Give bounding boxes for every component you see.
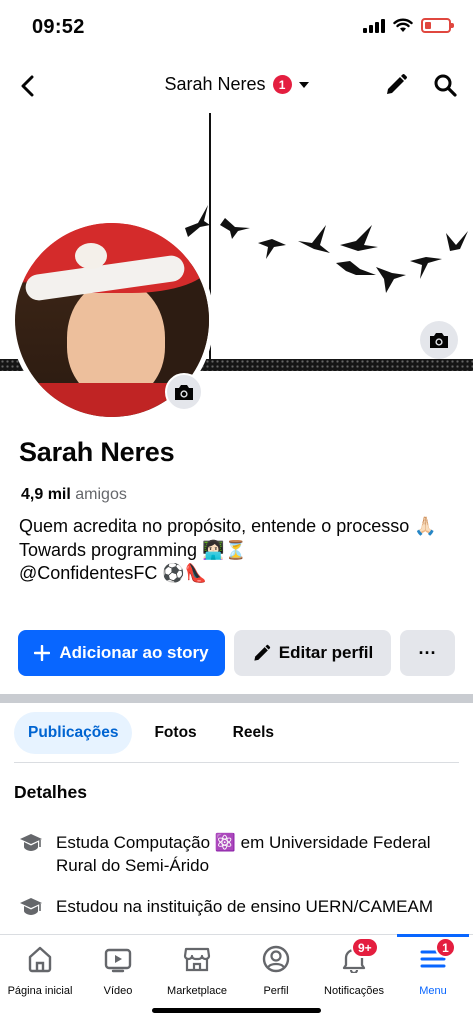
profile-bio: Quem acredita no propósito, entende o pr…	[19, 516, 437, 583]
menu-badge: 1	[435, 937, 456, 958]
home-indicator	[152, 1008, 321, 1013]
tabs-divider	[14, 762, 459, 763]
nav-home[interactable]: Página inicial	[0, 943, 80, 1003]
search-icon	[434, 74, 457, 97]
status-bar: 09:52	[0, 0, 473, 56]
edit-button[interactable]	[381, 70, 411, 100]
header-title: Sarah Neres	[164, 74, 266, 94]
notifications-badge: 9+	[351, 937, 379, 958]
tab-fotos[interactable]: Fotos	[140, 712, 210, 754]
friends-count[interactable]: 4,9 mil amigos	[21, 486, 127, 504]
wifi-icon	[393, 18, 413, 32]
detail-text: Estuda Computação ⚛️ em Universidade Fed…	[56, 833, 431, 875]
graduation-cap-icon	[18, 831, 44, 855]
more-options-button[interactable]: ···	[400, 630, 455, 676]
friends-label: amigos	[75, 486, 127, 503]
profile-actions: Adicionar ao story Editar perfil ···	[18, 630, 456, 676]
cover-camera-button[interactable]	[420, 321, 458, 359]
profile-name: Sarah Neres	[19, 437, 175, 467]
profile-page: 09:52 Sarah Neres 1 Sarah Neres 4,9 mil …	[0, 0, 473, 1024]
edit-profile-label: Editar perfil	[278, 643, 374, 662]
search-button[interactable]	[430, 70, 460, 100]
birds-illustration	[185, 205, 468, 293]
edit-profile-button[interactable]: Editar perfil	[234, 630, 391, 676]
status-icons	[363, 18, 454, 33]
camera-icon	[175, 384, 193, 400]
details-title: Detalhes	[14, 782, 87, 802]
pencil-icon	[387, 74, 407, 94]
plus-icon	[34, 645, 51, 661]
battery-icon	[421, 18, 454, 33]
detail-item-education-current[interactable]: Estuda Computação ⚛️ em Universidade Fed…	[18, 831, 458, 877]
status-time: 09:52	[32, 16, 85, 38]
tab-reels[interactable]: Reels	[219, 712, 288, 754]
detail-item-education-past[interactable]: Estudou na instituição de ensino UERN/CA…	[18, 895, 458, 919]
tab-publicacoes[interactable]: Publicações	[14, 712, 133, 754]
avatar-camera-button[interactable]	[165, 373, 203, 411]
add-to-story-button[interactable]: Adicionar ao story	[18, 630, 225, 676]
caret-down-icon	[298, 81, 309, 88]
more-options-icon: ···	[418, 642, 437, 663]
nav-notifications[interactable]: 9+ Notificações	[314, 937, 394, 1003]
camera-icon	[430, 332, 448, 348]
video-icon	[104, 948, 132, 973]
signal-icon	[363, 18, 385, 33]
nav-video[interactable]: Vídeo	[78, 943, 158, 1003]
pencil-icon	[254, 644, 270, 661]
header-badge: 1	[272, 75, 292, 94]
home-icon	[28, 946, 52, 973]
marketplace-icon	[183, 947, 211, 972]
add-to-story-label: Adicionar ao story	[59, 643, 209, 662]
friends-number: 4,9 mil	[21, 486, 71, 503]
section-divider	[0, 694, 473, 703]
profile-icon	[262, 945, 290, 973]
profile-tabs: Publicações Fotos Reels	[14, 712, 288, 754]
nav-marketplace[interactable]: Marketplace	[157, 943, 237, 1003]
nav-menu[interactable]: 1 Menu	[393, 937, 473, 1003]
nav-profile[interactable]: Perfil	[236, 943, 316, 1003]
top-header: Sarah Neres 1	[0, 60, 473, 110]
graduation-cap-icon	[18, 895, 44, 919]
active-tab-indicator	[397, 934, 469, 937]
detail-text: Estudou na instituição de ensino UERN/CA…	[56, 897, 434, 916]
